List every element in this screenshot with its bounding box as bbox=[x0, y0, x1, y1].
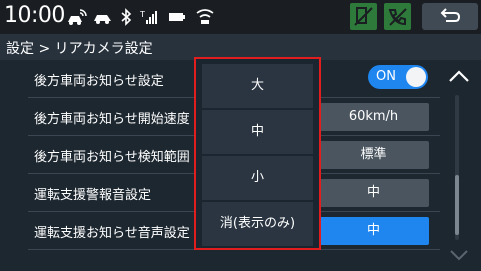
bluetooth-icon bbox=[120, 8, 132, 26]
setting-label: 運転支援お知らせ音声設定 bbox=[34, 226, 190, 241]
toggle-knob bbox=[406, 67, 426, 87]
option-off-display-only[interactable]: 消(表示のみ) bbox=[202, 202, 313, 246]
breadcrumb: 設定 > リアカメラ設定 bbox=[6, 41, 153, 57]
option-large[interactable]: 大 bbox=[202, 64, 313, 108]
start-speed-button[interactable]: 60km/h bbox=[318, 103, 429, 131]
phone-disabled-icon bbox=[354, 7, 373, 26]
rear-alert-toggle[interactable]: ON bbox=[368, 65, 428, 89]
phone-muted-button[interactable] bbox=[384, 3, 411, 30]
detect-range-button[interactable]: 標準 bbox=[318, 141, 429, 169]
clock: 10:00 bbox=[4, 3, 65, 28]
battery-icon bbox=[168, 8, 186, 26]
wifi-icon bbox=[196, 8, 214, 26]
scrollbar-thumb[interactable] bbox=[455, 175, 459, 235]
signal-icon: T bbox=[140, 8, 160, 26]
scroll-down-button[interactable] bbox=[442, 243, 476, 267]
chevron-down-icon bbox=[450, 250, 468, 261]
volume-option-popup: 大 中 小 消(表示のみ) bbox=[194, 57, 321, 250]
status-bar: 10:00 T bbox=[0, 0, 481, 34]
setting-label: 後方車両お知らせ設定 bbox=[34, 74, 164, 89]
phone-muted-icon bbox=[388, 8, 407, 26]
setting-label: 運転支援警報音設定 bbox=[34, 188, 152, 203]
return-arrow-icon bbox=[440, 8, 461, 22]
setting-label: 後方車両お知らせ開始速度 bbox=[34, 112, 190, 127]
svg-text:T: T bbox=[140, 10, 145, 19]
toggle-label: ON bbox=[376, 69, 396, 84]
car-icon bbox=[92, 8, 114, 26]
scroll-up-button[interactable] bbox=[442, 62, 476, 90]
option-medium[interactable]: 中 bbox=[202, 110, 313, 154]
back-button[interactable] bbox=[422, 3, 478, 30]
setting-label: 後方車両お知らせ検知範囲 bbox=[34, 150, 190, 165]
phone-disabled-button[interactable] bbox=[350, 3, 377, 30]
warning-sound-button[interactable]: 中 bbox=[318, 179, 429, 207]
voice-alert-button[interactable]: 中 bbox=[318, 217, 429, 245]
chevron-up-icon bbox=[449, 70, 469, 82]
option-small[interactable]: 小 bbox=[202, 156, 313, 200]
connected-car-icon bbox=[66, 8, 88, 26]
